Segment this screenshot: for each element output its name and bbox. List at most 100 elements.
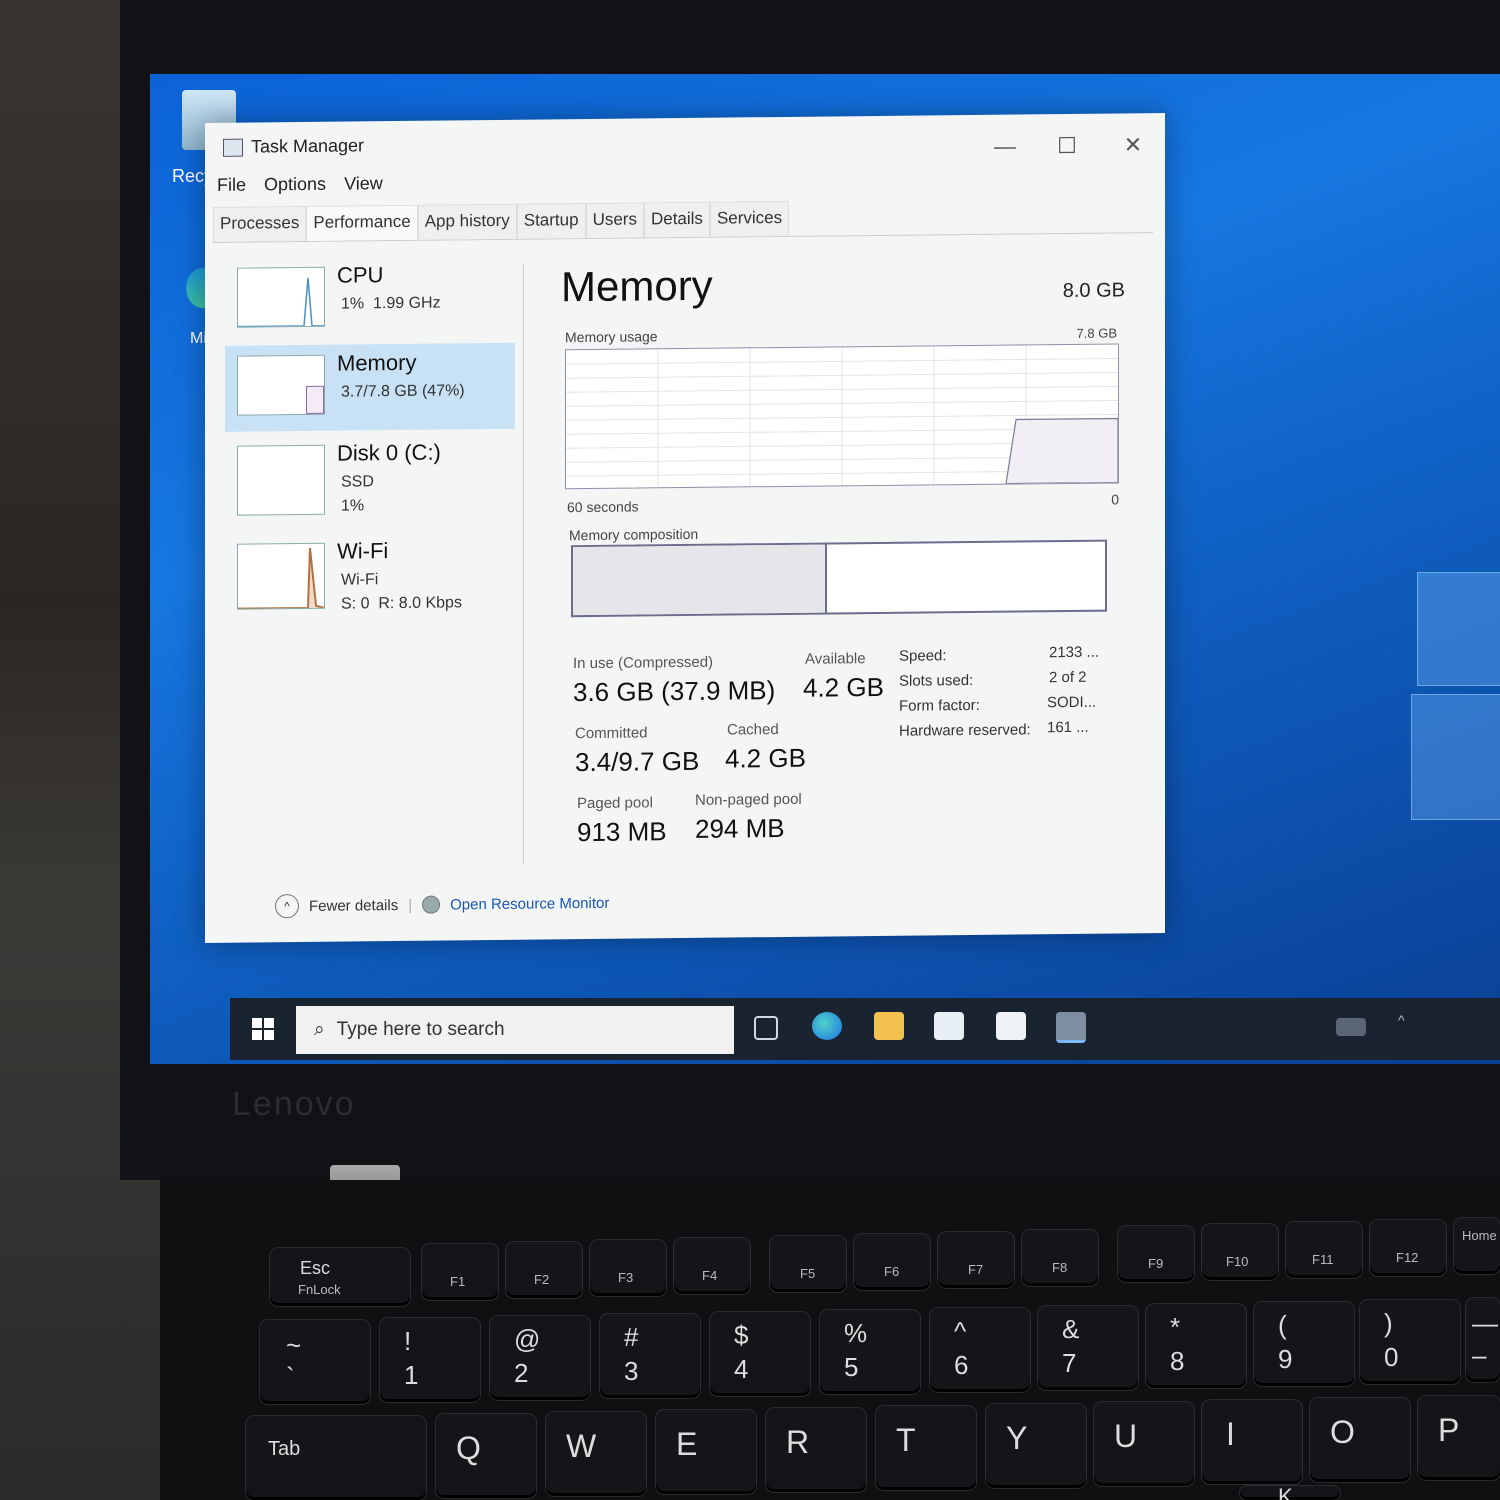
key-2[interactable]: @2: [490, 1316, 590, 1400]
key-k[interactable]: K: [1240, 1486, 1340, 1500]
menu-options[interactable]: Options: [264, 174, 326, 196]
memory-usage-label: Memory usage: [565, 328, 658, 346]
key-f7[interactable]: F7: [938, 1232, 1014, 1288]
speed-label: Speed:: [899, 647, 947, 665]
key-f9[interactable]: F9: [1118, 1226, 1194, 1282]
tray-chevron-up-icon[interactable]: ^: [1398, 1012, 1414, 1028]
key-minus-top: —: [1472, 1308, 1498, 1338]
key-y-label: Y: [1006, 1420, 1028, 1456]
key-tilde[interactable]: ~ `: [260, 1320, 370, 1404]
key-f12[interactable]: F12: [1370, 1220, 1446, 1276]
key-r[interactable]: R: [766, 1408, 866, 1492]
key-8-bottom: 8: [1170, 1346, 1185, 1376]
key-q[interactable]: Q: [436, 1414, 536, 1498]
tab-performance[interactable]: Performance: [306, 204, 418, 241]
key-f8-label: F8: [1052, 1260, 1068, 1275]
menu-view[interactable]: View: [344, 173, 383, 194]
paged-pool-value: 913 MB: [577, 816, 667, 848]
key-o[interactable]: O: [1310, 1398, 1410, 1482]
key-f6[interactable]: F6: [854, 1234, 930, 1290]
hw-reserved-value: 161 ...: [1047, 718, 1089, 737]
search-icon: ⌕: [314, 1019, 325, 1040]
key-f9-label: F9: [1148, 1256, 1164, 1271]
available-value: 4.2 GB: [803, 671, 884, 703]
key-9-bottom: 9: [1278, 1344, 1293, 1374]
slots-value: 2 of 2: [1049, 668, 1087, 687]
key-8[interactable]: * 8: [1146, 1304, 1246, 1388]
key-t[interactable]: T: [876, 1406, 976, 1490]
edge-browser-icon[interactable]: [812, 1012, 842, 1040]
key-4[interactable]: $4: [710, 1312, 810, 1396]
key-0[interactable]: ) 0: [1360, 1300, 1460, 1384]
minimize-button[interactable]: —: [985, 134, 1025, 159]
key-7-bottom: 7: [1062, 1348, 1077, 1378]
task-manager-taskbar-icon[interactable]: [1056, 1012, 1086, 1043]
wifi-title: Wi-Fi: [337, 538, 389, 564]
key-tab[interactable]: Tab: [246, 1416, 426, 1500]
key-esc[interactable]: Esc FnLock: [270, 1248, 410, 1306]
key-3[interactable]: #3: [600, 1314, 700, 1398]
sidebar-item-memory[interactable]: Memory 3.7/7.8 GB (47%): [225, 342, 515, 432]
tab-processes[interactable]: Processes: [213, 205, 307, 242]
key-e[interactable]: E: [656, 1410, 756, 1494]
key-9[interactable]: (9: [1254, 1302, 1354, 1386]
key-f4[interactable]: F4: [674, 1238, 750, 1294]
sidebar-item-cpu[interactable]: CPU 1% 1.99 GHz: [225, 255, 515, 344]
sidebar-item-disk[interactable]: Disk 0 (C:) SSD 1%: [225, 433, 515, 522]
wifi-mini-graph: [237, 542, 325, 610]
memory-panel: Memory 8.0 GB Memory usage 7.8 GB 60 sec…: [555, 253, 1135, 859]
key-f1[interactable]: F1: [422, 1244, 498, 1300]
maximize-button[interactable]: ☐: [1047, 133, 1087, 158]
time-range-label: 60 seconds: [567, 498, 639, 516]
key-6[interactable]: ^ 6: [930, 1308, 1030, 1392]
fewer-details-link[interactable]: Fewer details: [309, 897, 398, 915]
key-f12-label: F12: [1396, 1250, 1419, 1265]
tab-startup[interactable]: Startup: [516, 203, 586, 239]
windows-start-icon[interactable]: [252, 1018, 274, 1040]
microsoft-store-icon[interactable]: [934, 1012, 964, 1040]
key-f8[interactable]: F8: [1022, 1230, 1098, 1286]
key-1[interactable]: ! 1: [380, 1318, 480, 1402]
key-p-label: P: [1438, 1412, 1460, 1448]
key-f11[interactable]: F11: [1286, 1222, 1362, 1278]
tab-users[interactable]: Users: [585, 202, 644, 239]
key-7[interactable]: & 7: [1038, 1306, 1138, 1390]
key-q-label: Q: [456, 1430, 481, 1466]
key-5[interactable]: % 5: [820, 1310, 920, 1394]
tab-services[interactable]: Services: [709, 200, 790, 237]
key-f3[interactable]: F3: [590, 1240, 666, 1296]
window-title: Task Manager: [251, 135, 365, 157]
cpu-mini-graph: [237, 266, 325, 328]
task-view-icon[interactable]: [754, 1016, 778, 1040]
key-i[interactable]: I: [1202, 1400, 1302, 1484]
tray-keyboard-icon[interactable]: [1336, 1018, 1366, 1036]
file-explorer-icon[interactable]: [874, 1012, 904, 1040]
key-home[interactable]: Home: [1454, 1218, 1500, 1274]
taskbar-search-box[interactable]: ⌕ Type here to search: [296, 1006, 734, 1054]
sidebar-item-wifi[interactable]: Wi-Fi Wi-Fi S: 0 R: 8.0 Kbps: [225, 531, 515, 620]
windows-wallpaper-logo: [1405, 554, 1500, 834]
key-5-top: %: [844, 1318, 868, 1348]
memory-usage-graph: [565, 343, 1119, 490]
close-button[interactable]: ✕: [1113, 132, 1153, 157]
tab-details[interactable]: Details: [643, 201, 710, 238]
key-7-top: &: [1062, 1314, 1080, 1344]
key-f11-label: F11: [1312, 1252, 1334, 1267]
footer-separator: |: [408, 896, 413, 914]
key-minus[interactable]: — –: [1466, 1298, 1500, 1382]
tab-app-history[interactable]: App history: [417, 203, 517, 240]
key-9-top: (: [1278, 1310, 1287, 1340]
mail-icon[interactable]: [996, 1012, 1026, 1040]
key-p[interactable]: P: [1418, 1396, 1500, 1480]
menu-file[interactable]: File: [217, 175, 246, 196]
key-y[interactable]: Y: [986, 1404, 1086, 1488]
key-f10[interactable]: F10: [1202, 1224, 1278, 1280]
key-f2[interactable]: F2: [506, 1242, 582, 1298]
key-u[interactable]: U: [1094, 1402, 1194, 1486]
key-f5[interactable]: F5: [770, 1236, 846, 1292]
chevron-up-icon[interactable]: ^: [275, 894, 299, 919]
key-w[interactable]: W: [546, 1412, 646, 1496]
key-minus-bottom: –: [1472, 1340, 1487, 1370]
open-resource-monitor-link[interactable]: Open Resource Monitor: [450, 894, 609, 913]
key-t-label: T: [896, 1422, 916, 1458]
